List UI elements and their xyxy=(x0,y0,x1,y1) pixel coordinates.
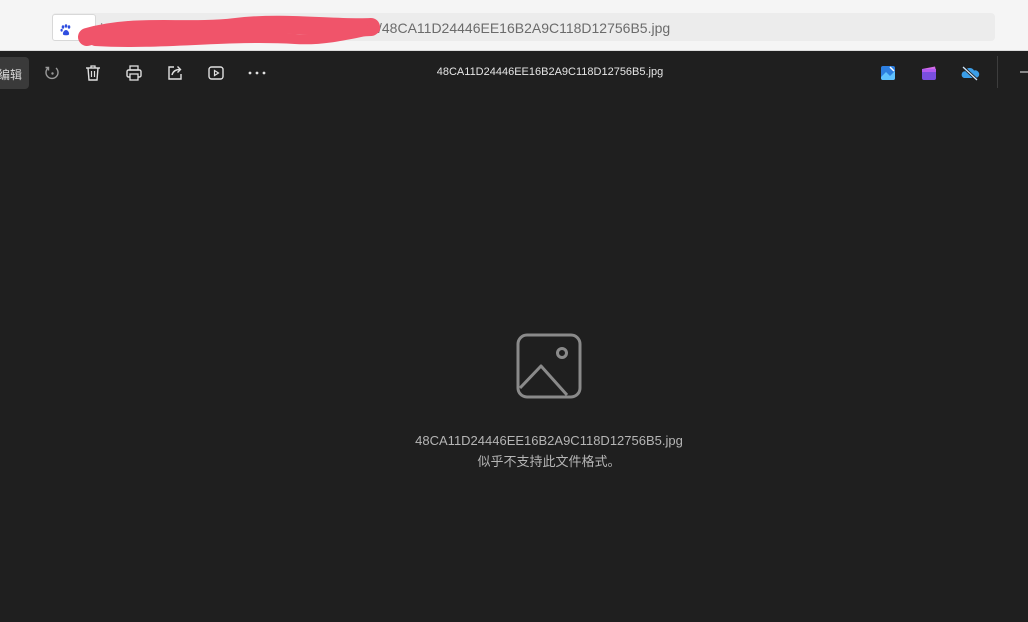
edit-button[interactable]: 编辑 xyxy=(0,57,29,89)
image-placeholder-icon xyxy=(516,333,582,399)
url-suffix: /48CA11D24446EE16B2A9C118D12756B5.jpg xyxy=(378,20,671,36)
delete-icon[interactable] xyxy=(83,63,103,83)
slideshow-icon[interactable] xyxy=(206,63,226,83)
share-icon[interactable] xyxy=(165,63,185,83)
edit-button-label: 编辑 xyxy=(0,68,23,82)
print-icon[interactable] xyxy=(124,63,144,83)
minimize-icon[interactable] xyxy=(1012,61,1028,83)
photos-app-window: htt /48CA11D24446EE16B2A9C118D12756B5.jp… xyxy=(0,0,1028,622)
unsupported-format-message: 似乎不支持此文件格式。 xyxy=(477,455,621,470)
toolbar-divider xyxy=(997,56,998,88)
paw-icon xyxy=(60,21,72,36)
browser-address-strip: htt /48CA11D24446EE16B2A9C118D12756B5.jp… xyxy=(0,0,1028,51)
file-title: 48CA11D24446EE16B2A9C118D12756B5.jpg xyxy=(436,66,664,78)
more-icon[interactable] xyxy=(247,63,267,83)
redaction-scribble xyxy=(78,15,380,47)
photo-editor-icon[interactable] xyxy=(878,63,898,83)
unsupported-file-name: 48CA11D24446EE16B2A9C118D12756B5.jpg xyxy=(415,433,683,448)
viewer-toolbar: 编辑 48CA11D24446EE16B2A9C118D12756B5.jpg xyxy=(0,51,1028,95)
onedrive-icon[interactable] xyxy=(960,63,980,83)
video-editor-icon[interactable] xyxy=(919,63,939,83)
rotate-icon[interactable] xyxy=(42,63,62,83)
